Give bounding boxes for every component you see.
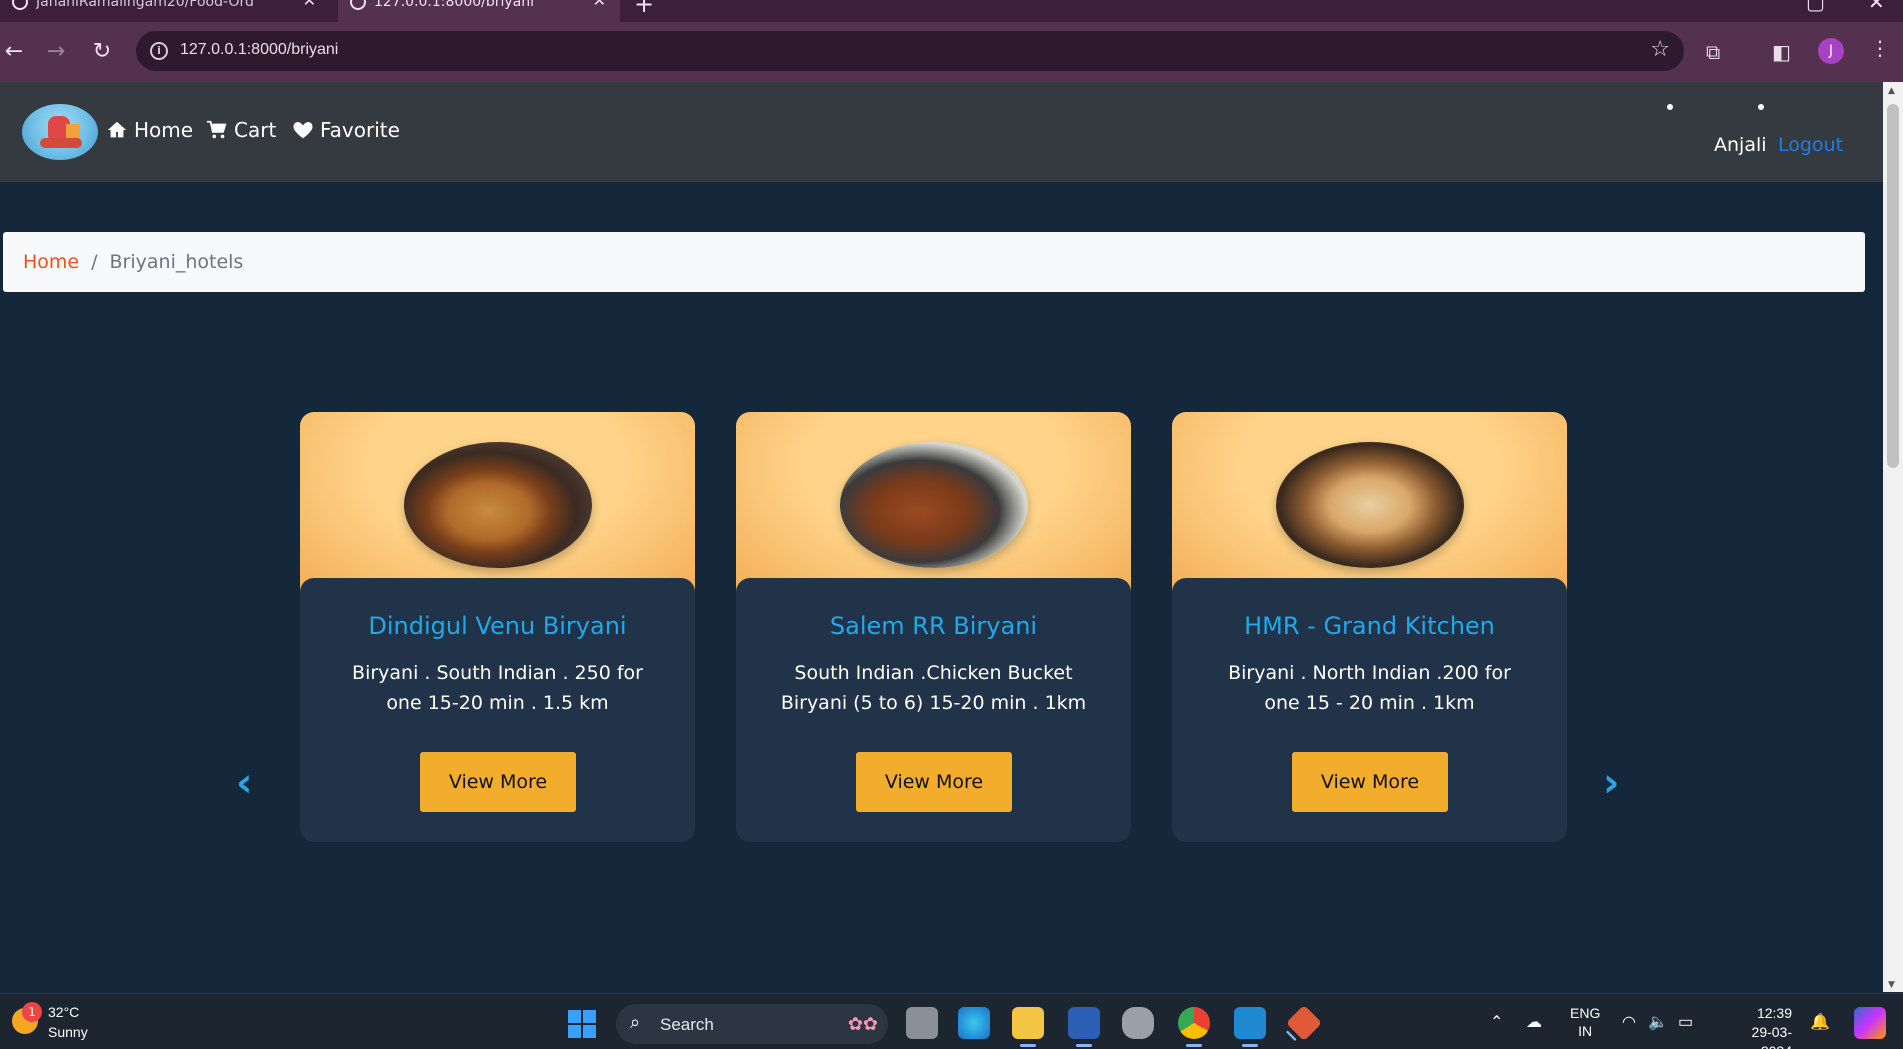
lang-line: IN bbox=[1578, 1023, 1593, 1039]
home-icon bbox=[107, 121, 127, 138]
nav-home[interactable]: Home bbox=[106, 118, 193, 142]
close-icon[interactable]: ✕ bbox=[303, 0, 316, 10]
nav-favorite-label: Favorite bbox=[320, 118, 400, 142]
browser-tab[interactable]: JananiRamalingam20/Food-Ord ✕ bbox=[0, 0, 330, 22]
windows-start-icon[interactable] bbox=[568, 1010, 596, 1038]
clock[interactable]: 12:39 29-03-2024 bbox=[1722, 1004, 1792, 1049]
close-window-icon[interactable]: ✕ bbox=[1868, 0, 1885, 14]
browser-tab-active[interactable]: 127.0.0.1:8000/briyani ✕ bbox=[338, 0, 620, 22]
clock-date: 29-03-2024 bbox=[1751, 1024, 1792, 1049]
hotel-name: Salem RR Biryani bbox=[829, 612, 1038, 640]
vscode-icon[interactable] bbox=[1234, 1007, 1266, 1047]
clock-time: 12:39 bbox=[1756, 1005, 1792, 1021]
page-viewport: Home Cart Favorite Anjali Logout Home / … bbox=[0, 82, 1883, 992]
nav-home-label: Home bbox=[134, 118, 194, 142]
side-panel-icon[interactable]: ◧ bbox=[1772, 40, 1791, 64]
breadcrumb: Home / Briyani_hotels bbox=[3, 232, 1865, 292]
view-more-button[interactable]: View More bbox=[420, 752, 576, 812]
decorative-dot bbox=[1667, 104, 1673, 110]
wifi-icon[interactable]: ◠ bbox=[1622, 1012, 1636, 1032]
scroll-up-icon[interactable]: ▲ bbox=[1888, 86, 1895, 96]
battery-icon[interactable]: ▭ bbox=[1678, 1012, 1693, 1032]
profile-avatar[interactable]: J bbox=[1818, 38, 1844, 64]
menu-kebab-icon[interactable]: ⋮ bbox=[1870, 36, 1890, 60]
site-navbar: Home Cart Favorite Anjali Logout bbox=[0, 82, 1883, 182]
back-icon[interactable]: ← bbox=[0, 38, 28, 66]
forward-icon[interactable]: → bbox=[42, 38, 70, 66]
heart-icon bbox=[293, 122, 313, 139]
carousel-next-icon[interactable]: › bbox=[1603, 760, 1619, 806]
lang-line: ENG bbox=[1570, 1005, 1601, 1021]
chrome-icon[interactable] bbox=[1178, 1007, 1210, 1047]
hotel-name: HMR - Grand Kitchen bbox=[1244, 612, 1495, 640]
url-text[interactable]: 127.0.0.1:8000/briyani bbox=[180, 41, 338, 59]
maximize-icon[interactable]: ▢ bbox=[1806, 0, 1825, 14]
globe-icon bbox=[350, 0, 366, 10]
cart-icon bbox=[206, 120, 227, 139]
weather-condition[interactable]: Sunny bbox=[48, 1024, 88, 1040]
decorative-dot bbox=[1758, 104, 1764, 110]
tab-label: 127.0.0.1:8000/briyani bbox=[374, 0, 535, 10]
browser-tab-bar: JananiRamalingam20/Food-Ord ✕ 127.0.0.1:… bbox=[0, 0, 1903, 22]
notification-bell-icon[interactable]: 🔔 bbox=[1810, 1012, 1830, 1032]
scrollbar-thumb[interactable] bbox=[1887, 104, 1899, 468]
word-icon[interactable] bbox=[1068, 1007, 1100, 1047]
logout-link[interactable]: Logout bbox=[1778, 134, 1843, 156]
reload-icon[interactable]: ↻ bbox=[88, 38, 116, 66]
hotel-description: South Indian .Chicken Bucket Biryani (5 … bbox=[780, 662, 1087, 714]
breadcrumb-current: Briyani_hotels bbox=[109, 251, 244, 273]
site-info-icon[interactable]: i bbox=[150, 42, 168, 60]
tab-label: JananiRamalingam20/Food-Ord bbox=[36, 0, 254, 10]
hotel-description: Biryani . South Indian . 250 for one 15-… bbox=[352, 662, 643, 714]
taskbar-search[interactable]: ⌕ Search ✿✿ bbox=[616, 1004, 888, 1044]
hotel-card: Dindigul Venu Biryani Biryani . South In… bbox=[300, 412, 695, 842]
weather-badge: 1 bbox=[22, 1002, 42, 1022]
weather-temp[interactable]: 32°C bbox=[48, 1004, 79, 1020]
nav-favorite[interactable]: Favorite bbox=[292, 118, 400, 142]
taskbar: 1 32°C Sunny ⌕ Search ✿✿ ⌃ ☁ ENG IN ◠ 🔈 … bbox=[0, 993, 1903, 1049]
copilot-icon[interactable] bbox=[1854, 1007, 1886, 1039]
git-icon[interactable] bbox=[1285, 1004, 1323, 1042]
cherry-blossom-icon: ✿✿ bbox=[847, 1014, 878, 1035]
card-image-area bbox=[736, 412, 1131, 608]
breadcrumb-separator: / bbox=[91, 251, 98, 273]
new-tab-icon[interactable]: + bbox=[634, 0, 654, 18]
database-icon[interactable] bbox=[1122, 1007, 1154, 1039]
view-more-button[interactable]: View More bbox=[1292, 752, 1448, 812]
show-hidden-icons-icon[interactable]: ⌃ bbox=[1490, 1012, 1503, 1032]
hotel-name: Dindigul Venu Biryani bbox=[368, 612, 627, 640]
url-bar[interactable]: i 127.0.0.1:8000/briyani ☆ bbox=[136, 31, 1684, 71]
nav-cart-label: Cart bbox=[234, 118, 277, 142]
biryani-image bbox=[840, 442, 1028, 568]
scroll-down-icon[interactable]: ▼ bbox=[1888, 980, 1895, 990]
bookmark-star-icon[interactable]: ☆ bbox=[1650, 37, 1670, 62]
close-icon[interactable]: ✕ bbox=[593, 0, 606, 10]
biryani-image bbox=[1276, 442, 1464, 568]
page-scrollbar[interactable]: ▲ ▼ bbox=[1883, 82, 1903, 992]
biryani-image bbox=[404, 442, 592, 568]
task-view-icon[interactable] bbox=[906, 1007, 938, 1039]
language-indicator[interactable]: ENG IN bbox=[1570, 1004, 1600, 1040]
hotel-card: Salem RR Biryani South Indian .Chicken B… bbox=[736, 412, 1131, 842]
view-more-button[interactable]: View More bbox=[856, 752, 1012, 812]
card-image-area bbox=[300, 412, 695, 608]
hotel-card: HMR - Grand Kitchen Biryani . North Indi… bbox=[1172, 412, 1567, 842]
carousel-prev-icon[interactable]: ‹ bbox=[236, 760, 252, 806]
volume-icon[interactable]: 🔈 bbox=[1648, 1012, 1668, 1032]
onedrive-icon[interactable]: ☁ bbox=[1526, 1012, 1542, 1032]
search-icon: ⌕ bbox=[630, 1012, 641, 1033]
search-placeholder: Search bbox=[660, 1015, 714, 1034]
nav-cart[interactable]: Cart bbox=[206, 118, 276, 142]
hotel-description: Biryani . North Indian .200 for one 15 -… bbox=[1228, 662, 1511, 714]
address-bar-row: ← → ↻ i 127.0.0.1:8000/briyani ☆ ⧉ ◧ J ⋮ bbox=[0, 22, 1903, 82]
card-image-area bbox=[1172, 412, 1567, 608]
extensions-icon[interactable]: ⧉ bbox=[1706, 40, 1720, 64]
file-explorer-icon[interactable] bbox=[1012, 1007, 1044, 1047]
site-logo[interactable] bbox=[22, 104, 98, 160]
edge-icon[interactable] bbox=[958, 1007, 990, 1039]
breadcrumb-home-link[interactable]: Home bbox=[23, 251, 79, 273]
github-icon bbox=[12, 0, 28, 10]
user-name: Anjali bbox=[1714, 134, 1767, 156]
